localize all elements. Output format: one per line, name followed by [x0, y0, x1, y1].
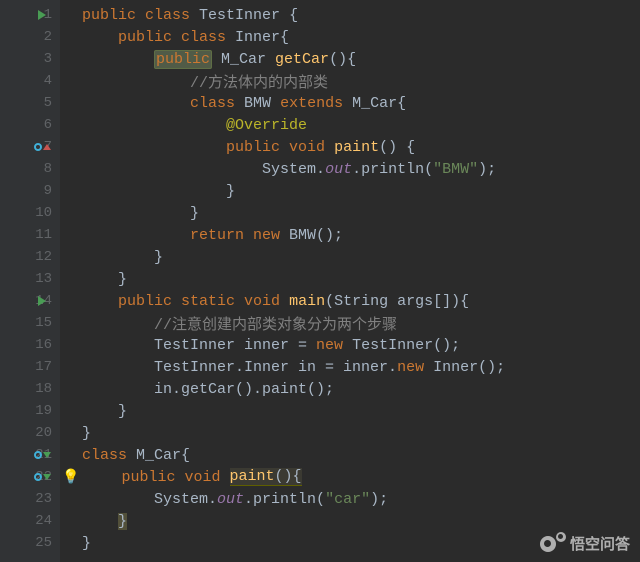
gutter-line: 17 [0, 356, 60, 378]
code-line[interactable]: System.out.println("BMW"); [64, 158, 640, 180]
line-number: 15 [35, 315, 52, 331]
watermark-text: 悟空问答 [570, 533, 630, 554]
code-line[interactable]: } [64, 422, 640, 444]
code-line[interactable]: public void paint() { [64, 136, 640, 158]
line-number: 11 [35, 227, 52, 243]
gutter-line: 16 [0, 334, 60, 356]
gutter-line: 24 [0, 510, 60, 532]
code-line[interactable]: } [64, 180, 640, 202]
code-line[interactable]: return new BMW(); [64, 224, 640, 246]
code-line[interactable]: @Override [64, 114, 640, 136]
gutter-line: 2 [0, 26, 60, 48]
line-number: 4 [44, 73, 52, 89]
gutter-line: 22 [0, 466, 60, 488]
code-line[interactable]: } [64, 268, 640, 290]
line-number: 17 [35, 359, 52, 375]
gutter-line: 15 [0, 312, 60, 334]
gutter-line: 3 [0, 48, 60, 70]
line-number: 24 [35, 513, 52, 529]
code-line[interactable]: public class TestInner { [64, 4, 640, 26]
gutter-line: 6 [0, 114, 60, 136]
code-line[interactable]: } [64, 400, 640, 422]
line-number: 3 [44, 51, 52, 67]
code-line[interactable]: System.out.println("car"); [64, 488, 640, 510]
code-line[interactable]: class BMW extends M_Car{ [64, 92, 640, 114]
line-number: 23 [35, 491, 52, 507]
code-line[interactable]: 💡 public void paint(){ [64, 466, 640, 488]
gutter-line: 25 [0, 532, 60, 554]
gutter-line: 4 [0, 70, 60, 92]
code-editor[interactable]: public class TestInner { public class In… [60, 0, 640, 562]
watermark: 悟空问答 [540, 532, 630, 554]
line-number: 25 [35, 535, 52, 551]
code-line[interactable]: //方法体内的内部类 [64, 70, 640, 92]
gutter-line: 5 [0, 92, 60, 114]
line-number: 13 [35, 271, 52, 287]
gutter-line: 10 [0, 202, 60, 224]
line-number: 9 [44, 183, 52, 199]
gutter-line: 11 [0, 224, 60, 246]
gutter: 1234567891011121314151617181920212223242… [0, 0, 60, 562]
line-number: 6 [44, 117, 52, 133]
code-line[interactable]: //注意创建内部类对象分为两个步骤 [64, 312, 640, 334]
gutter-line: 23 [0, 488, 60, 510]
gutter-line: 13 [0, 268, 60, 290]
override-down-icon[interactable] [34, 451, 51, 459]
watermark-icon [540, 532, 566, 554]
code-line[interactable]: } [64, 202, 640, 224]
line-number: 16 [35, 337, 52, 353]
gutter-line: 18 [0, 378, 60, 400]
run-icon[interactable] [38, 10, 46, 20]
line-number: 5 [44, 95, 52, 111]
gutter-line: 8 [0, 158, 60, 180]
line-number: 19 [35, 403, 52, 419]
gutter-line: 12 [0, 246, 60, 268]
line-number: 12 [35, 249, 52, 265]
code-line[interactable]: class M_Car{ [64, 444, 640, 466]
line-number: 8 [44, 161, 52, 177]
gutter-line: 19 [0, 400, 60, 422]
run-icon[interactable] [38, 296, 46, 306]
code-line[interactable]: } [64, 510, 640, 532]
code-line[interactable]: } [64, 246, 640, 268]
override-up-icon[interactable] [34, 143, 51, 151]
gutter-line: 14 [0, 290, 60, 312]
code-line[interactable]: TestInner.Inner in = inner.new Inner(); [64, 356, 640, 378]
gutter-line: 21 [0, 444, 60, 466]
line-number: 20 [35, 425, 52, 441]
line-number: 2 [44, 29, 52, 45]
code-line[interactable]: public class Inner{ [64, 26, 640, 48]
code-line[interactable]: in.getCar().paint(); [64, 378, 640, 400]
gutter-line: 1 [0, 4, 60, 26]
intention-bulb-icon[interactable]: 💡 [62, 469, 79, 486]
override-down-icon[interactable] [34, 473, 51, 481]
gutter-line: 7 [0, 136, 60, 158]
code-line[interactable]: public M_Car getCar(){ [64, 48, 640, 70]
gutter-line: 20 [0, 422, 60, 444]
code-line[interactable]: public static void main(String args[]){ [64, 290, 640, 312]
line-number: 18 [35, 381, 52, 397]
line-number: 10 [35, 205, 52, 221]
code-line[interactable]: TestInner inner = new TestInner(); [64, 334, 640, 356]
gutter-line: 9 [0, 180, 60, 202]
